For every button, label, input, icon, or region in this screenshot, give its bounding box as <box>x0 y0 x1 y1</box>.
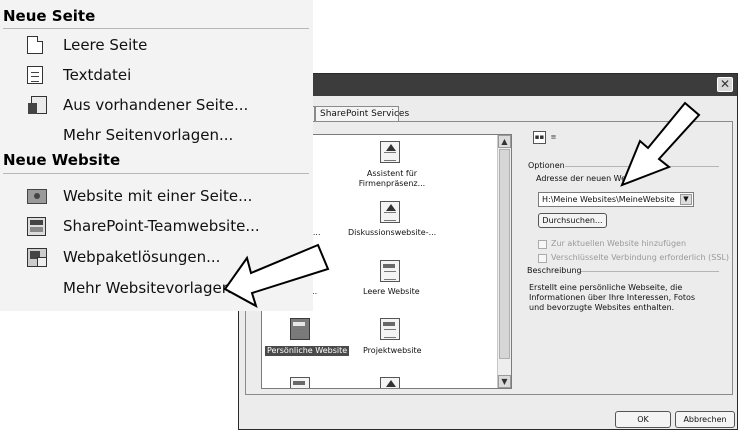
callout-arrows <box>223 101 701 309</box>
arrow-to-menu-icon <box>223 243 330 309</box>
arrow-to-address-icon <box>620 101 701 187</box>
